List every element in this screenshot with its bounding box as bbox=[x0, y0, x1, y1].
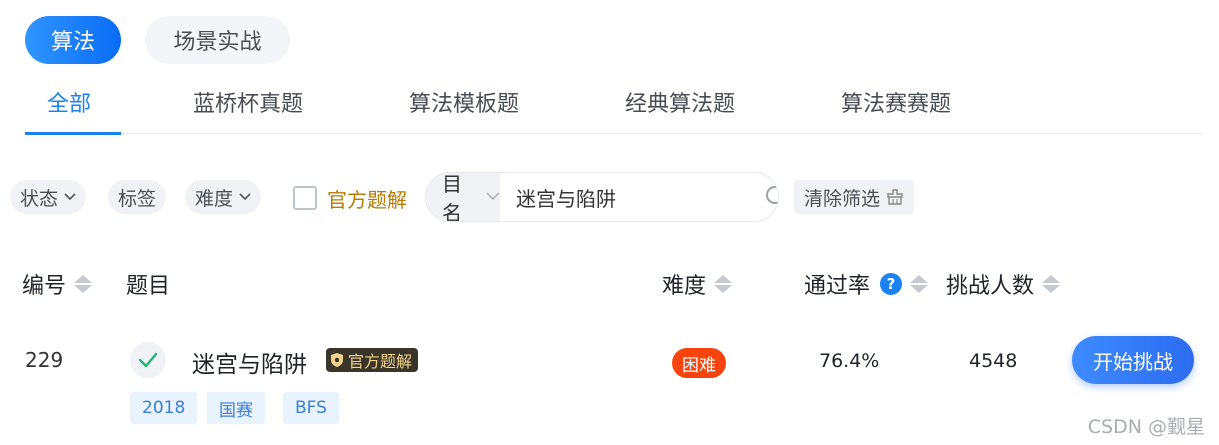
broom-icon bbox=[886, 189, 904, 205]
tab-all-label: 全部 bbox=[47, 92, 92, 117]
search-type-select[interactable]: 题目名称 bbox=[426, 173, 500, 221]
official-solution-badge-label: 官方题解 bbox=[348, 352, 413, 371]
category-tabs: 全部 蓝桥杯真题 算法模板题 经典算法题 算法赛赛题 bbox=[25, 84, 1203, 136]
tab-contest[interactable]: 算法赛赛题 bbox=[841, 86, 951, 136]
problem-title-link[interactable]: 迷宫与陷阱 bbox=[192, 345, 307, 379]
pass-rate-value: 76.4% bbox=[819, 350, 880, 372]
official-solution-filter[interactable]: 官方题解 bbox=[293, 183, 407, 213]
search-group: 题目名称 bbox=[425, 172, 779, 222]
tags-filter[interactable]: 标签 bbox=[108, 180, 167, 214]
difficulty-filter-label: 难度 bbox=[195, 187, 234, 210]
shield-icon bbox=[330, 352, 344, 368]
search-input[interactable] bbox=[500, 173, 765, 221]
challengers-count: 4548 bbox=[969, 350, 1018, 372]
header-id-label: 编号 bbox=[22, 274, 67, 299]
tag-contest[interactable]: 国赛 bbox=[207, 392, 265, 424]
sort-icon[interactable] bbox=[1042, 275, 1061, 293]
header-difficulty[interactable]: 难度 bbox=[662, 266, 733, 302]
solved-check-icon bbox=[130, 342, 166, 378]
chevron-down-icon bbox=[239, 190, 251, 204]
clear-filters-label: 清除筛选 bbox=[804, 187, 881, 210]
header-challengers[interactable]: 挑战人数 bbox=[946, 266, 1061, 302]
sort-icon[interactable] bbox=[714, 275, 733, 293]
tab-all[interactable]: 全部 bbox=[25, 84, 121, 135]
header-pass-rate-label: 通过率 bbox=[804, 274, 871, 299]
problem-id: 229 bbox=[25, 348, 64, 372]
active-tab-underline bbox=[25, 132, 121, 135]
sort-icon[interactable] bbox=[910, 275, 929, 293]
status-filter-label: 状态 bbox=[20, 187, 59, 210]
difficulty-filter[interactable]: 难度 bbox=[185, 180, 262, 214]
official-solution-checkbox[interactable] bbox=[293, 186, 317, 210]
sort-icon[interactable] bbox=[74, 275, 93, 293]
header-challengers-label: 挑战人数 bbox=[946, 274, 1035, 299]
tab-templates[interactable]: 算法模板题 bbox=[409, 86, 519, 136]
difficulty-badge: 困难 bbox=[672, 348, 726, 378]
chevron-down-icon bbox=[486, 190, 500, 204]
clear-filters-button[interactable]: 清除筛选 bbox=[794, 180, 915, 214]
tag-year[interactable]: 2018 bbox=[130, 392, 198, 424]
header-pass-rate[interactable]: 通过率 ? bbox=[804, 266, 929, 302]
search-icon[interactable] bbox=[765, 173, 778, 221]
search-type-label: 题目名称 bbox=[442, 172, 462, 222]
tag-algorithm[interactable]: BFS bbox=[283, 392, 339, 424]
official-solution-label: 官方题解 bbox=[327, 187, 407, 212]
official-solution-badge[interactable]: 官方题解 bbox=[326, 348, 419, 372]
mode-algorithm[interactable]: 算法 bbox=[25, 16, 121, 64]
tab-lanqiao[interactable]: 蓝桥杯真题 bbox=[193, 86, 303, 136]
tags-filter-label: 标签 bbox=[118, 187, 157, 210]
tab-classic[interactable]: 经典算法题 bbox=[625, 86, 735, 136]
header-title-label: 题目 bbox=[126, 274, 171, 299]
header-id[interactable]: 编号 bbox=[22, 266, 93, 302]
chevron-down-icon bbox=[64, 190, 76, 204]
header-difficulty-label: 难度 bbox=[662, 274, 707, 299]
status-filter[interactable]: 状态 bbox=[10, 180, 87, 214]
watermark: CSDN @觐星 bbox=[1087, 416, 1205, 438]
header-title: 题目 bbox=[126, 266, 170, 302]
mode-scenario[interactable]: 场景实战 bbox=[145, 16, 290, 64]
help-icon[interactable]: ? bbox=[880, 273, 903, 295]
start-challenge-button[interactable]: 开始挑战 bbox=[1072, 336, 1194, 384]
